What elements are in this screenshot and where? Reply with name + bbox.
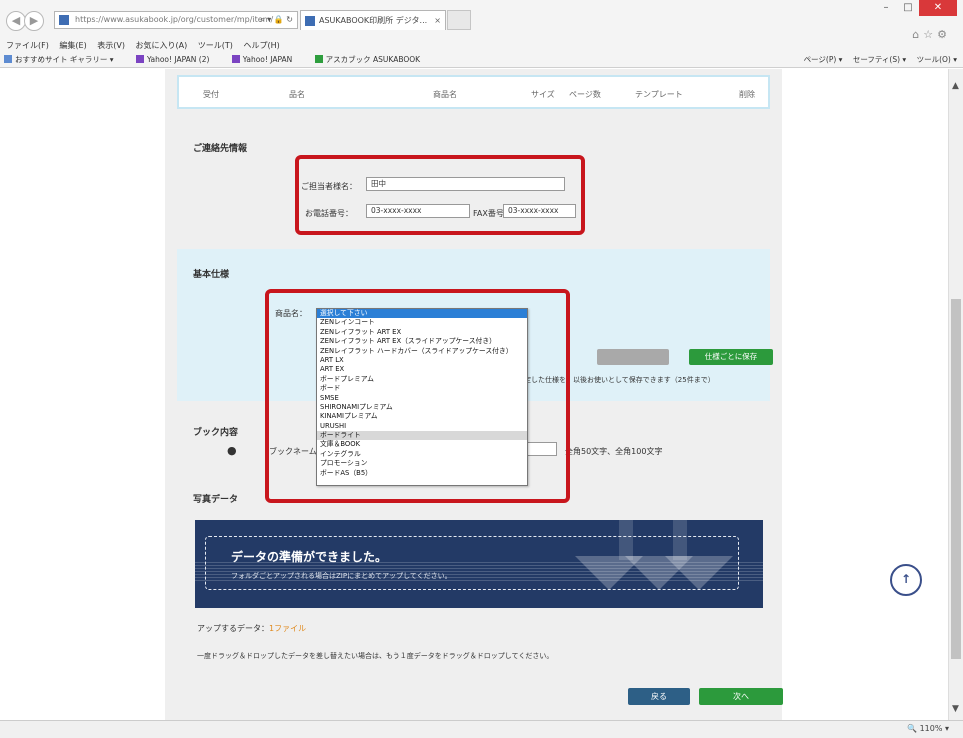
help-icon[interactable]: ● [227, 444, 237, 457]
next-button[interactable]: 次へ [699, 688, 783, 705]
address-bar[interactable]: https://www.asukabook.jp/org/customer/mp… [54, 11, 298, 29]
close-window-icon[interactable]: ✕ [919, 0, 957, 16]
menu-file[interactable]: ファイル(F) [6, 41, 49, 50]
menu-tools[interactable]: ツール(T) [198, 41, 233, 50]
replace-data-note: 一度ドラッグ＆ドロップしたデータを差し替えたい場合は、もう１度データをドラッグ＆… [197, 652, 554, 660]
yahoo-icon [231, 55, 240, 63]
forward-nav-icon[interactable]: ▶ [24, 11, 44, 31]
favorites-star-icon[interactable]: ☆ [923, 28, 937, 41]
favorites-label: Yahoo! JAPAN (2) [146, 55, 210, 64]
uploaded-prefix: アップするデータ： [197, 624, 269, 633]
command-safety[interactable]: セーフティ(S) ▾ [853, 55, 906, 64]
col-header: 受付 [203, 90, 219, 99]
maximize-icon[interactable]: □ [897, 0, 919, 16]
menu-favorites[interactable]: お気に入り(A) [136, 41, 188, 50]
menu-edit[interactable]: 編集(E) [59, 41, 86, 50]
favorites-label: おすすめサイト ギャラリー ▾ [15, 55, 114, 64]
status-bar: 🔍 110% ▾ [0, 720, 963, 738]
asukabook-icon [314, 55, 323, 63]
book-section-title: ブック内容 [193, 428, 239, 438]
menu-bar: ファイル(F) 編集(E) 表示(V) お気に入り(A) ツール(T) ヘルプ(… [6, 40, 288, 51]
gallery-icon [4, 55, 12, 63]
minimize-icon[interactable]: – [875, 0, 897, 16]
address-row: ◀ ▶ https://www.asukabook.jp/org/custome… [6, 0, 957, 41]
spec-section-title: 基本仕様 [193, 270, 230, 280]
zoom-level[interactable]: 🔍 110% ▾ [907, 724, 949, 733]
favorites-bar: おすすめサイト ギャラリー ▾ Yahoo! JAPAN (2) Yahoo! … [4, 54, 957, 66]
save-preset-button-disabled[interactable] [597, 349, 669, 365]
arrow-up-icon: ↑ [900, 572, 912, 586]
contact-section-title: ご連絡先情報 [193, 144, 248, 154]
upload-ready-text: データの準備ができました。 [231, 550, 388, 564]
browser-right-icons: ⌂☆⚙ [912, 28, 951, 41]
scroll-top-button[interactable]: ↑ [890, 564, 922, 596]
uploaded-data-line: アップするデータ：1ファイル [197, 623, 306, 634]
upload-dropzone[interactable]: データの準備ができました。 フォルダごとアップされる場合はZIPにまとめてアップ… [195, 520, 763, 608]
scroll-thumb[interactable] [951, 299, 961, 659]
tab-favicon-icon [305, 16, 315, 26]
col-header: 商品名 [433, 90, 457, 99]
favorites-item-gallery[interactable]: おすすめサイト ギャラリー ▾ [4, 55, 124, 64]
save-spec-button[interactable]: 仕様ごとに保存 [689, 349, 773, 365]
favorites-label: Yahoo! JAPAN [242, 55, 293, 64]
upload-sub-text: フォルダごとアップされる場合はZIPにまとめてアップしてください。 [231, 572, 452, 580]
col-header: ページ数 [569, 90, 601, 99]
site-favicon-icon [59, 15, 69, 25]
zoom-value: 110% [919, 724, 943, 733]
scroll-down-icon[interactable]: ▼ [952, 704, 959, 714]
tab-close-icon[interactable]: × [434, 11, 441, 30]
tab-title: ASUKABOOK印刷所 デジタ... [319, 16, 428, 25]
browser-tab[interactable]: ASUKABOOK印刷所 デジタ... × [300, 10, 446, 30]
uploaded-count-link[interactable]: 1ファイル [269, 624, 306, 633]
favorites-item-yahoo[interactable]: Yahoo! JAPAN [231, 55, 302, 64]
col-header: 品名 [289, 90, 305, 99]
settings-gear-icon[interactable]: ⚙ [937, 28, 951, 41]
item-table-header: 受付 品名 商品名 サイズ ページ数 テンプレート 削除 [177, 75, 770, 109]
command-tools[interactable]: ツール(O) ▾ [917, 55, 957, 64]
col-header: 削除 [739, 90, 755, 99]
menu-help[interactable]: ヘルプ(H) [243, 41, 279, 50]
scroll-up-icon[interactable]: ▲ [952, 81, 959, 91]
yahoo-icon [135, 55, 144, 63]
favorites-label: アスカブック ASUKABOOK [325, 55, 421, 64]
menu-view[interactable]: 表示(V) [97, 41, 125, 50]
col-header: テンプレート [635, 90, 683, 99]
address-tools-icon[interactable]: ⌕ ▾ 🔒 ↻ [260, 12, 293, 28]
back-nav-icon[interactable]: ◀ [6, 11, 26, 31]
command-page[interactable]: ページ(P) ▾ [804, 55, 843, 64]
page-scrollbar[interactable]: ▲ ▼ [948, 69, 963, 720]
annotation-box-dropdown [265, 289, 570, 503]
new-tab-button[interactable] [447, 10, 471, 30]
book-name-hint: 全角50文字、全角100文字 [565, 447, 663, 456]
back-button[interactable]: 戻る [628, 688, 690, 705]
col-header: サイズ [531, 90, 555, 99]
home-icon[interactable]: ⌂ [912, 28, 923, 41]
favorites-item-yahoo2[interactable]: Yahoo! JAPAN (2) [135, 55, 219, 64]
address-text: https://www.asukabook.jp/org/customer/mp… [75, 15, 274, 24]
browser-chrome: ◀ ▶ https://www.asukabook.jp/org/custome… [0, 0, 963, 68]
favorites-item-asukabook[interactable]: アスカブック ASUKABOOK [314, 55, 430, 64]
window-controls: – □ ✕ [875, 0, 957, 18]
annotation-box-contact [295, 155, 585, 235]
manuscript-section-title: 写真データ [193, 495, 239, 505]
